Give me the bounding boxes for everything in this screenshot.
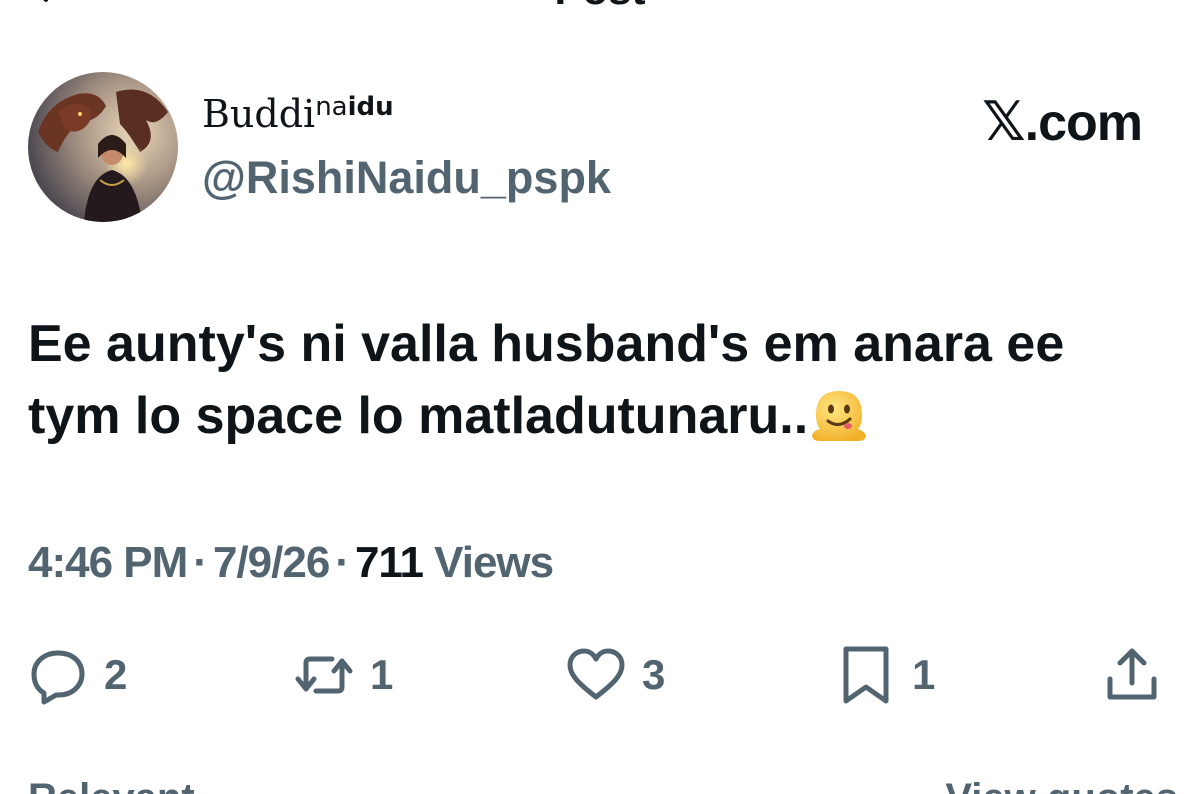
brand-domain: .com — [1024, 94, 1143, 152]
bookmark-button[interactable]: 1 — [834, 640, 935, 710]
tweet-time[interactable]: 4:46 PM — [28, 538, 188, 587]
author-display-name[interactable]: Buddinaidu — [202, 92, 394, 136]
author-handle[interactable]: @RishiNaidu_pspk — [202, 152, 611, 204]
page-title: Post — [0, 0, 1200, 11]
like-count: 3 — [642, 651, 666, 698]
tweet-text-line-1: Ee aunty's ni valla husband's em anara e… — [28, 315, 1065, 373]
x-com-watermark: 𝕏.com — [982, 90, 1143, 153]
reply-button[interactable]: 2 — [26, 640, 127, 710]
bookmark-count: 1 — [912, 651, 936, 698]
x-logo-icon: 𝕏 — [982, 90, 1026, 153]
bookmark-icon — [843, 646, 889, 704]
share-button[interactable] — [1100, 640, 1164, 710]
repost-icon — [295, 656, 353, 694]
tweet-date[interactable]: 7/9/26 — [213, 538, 330, 587]
display-name-sup-plain: na — [315, 92, 348, 122]
heart-icon — [567, 648, 625, 700]
display-name-sup-bold: idu — [347, 92, 394, 122]
repost-button[interactable]: 1 — [292, 640, 393, 710]
tweet-meta: 4:46 PM · 7/9/26 · 711 Views — [28, 538, 554, 588]
reply-count: 2 — [104, 651, 128, 698]
separator-dot: · — [335, 538, 350, 587]
reply-icon — [31, 650, 85, 705]
view-quotes-link[interactable]: View quotes — [945, 776, 1178, 794]
tweet-text: Ee aunty's ni valla husband's em anara e… — [28, 308, 1178, 452]
views-label: Views — [434, 538, 554, 587]
tweet-text-line-2: tym lo space lo matladutunaru.. — [28, 387, 809, 445]
action-bar: 2 1 3 1 — [0, 640, 1200, 710]
replies-sort-row: Relevant View quotes — [28, 776, 1178, 794]
sort-relevant-button[interactable]: Relevant — [28, 776, 195, 794]
separator-dot: · — [193, 538, 208, 587]
display-name-superscript: naidu — [315, 92, 393, 122]
post-page: Post — [0, 0, 1200, 794]
views-count: 711 — [354, 538, 424, 587]
share-icon — [1107, 648, 1157, 700]
repost-count: 1 — [370, 651, 394, 698]
avatar[interactable] — [28, 72, 178, 222]
melting-face-icon — [808, 385, 870, 447]
like-button[interactable]: 3 — [564, 640, 665, 710]
display-name-main: Buddi — [202, 92, 316, 136]
